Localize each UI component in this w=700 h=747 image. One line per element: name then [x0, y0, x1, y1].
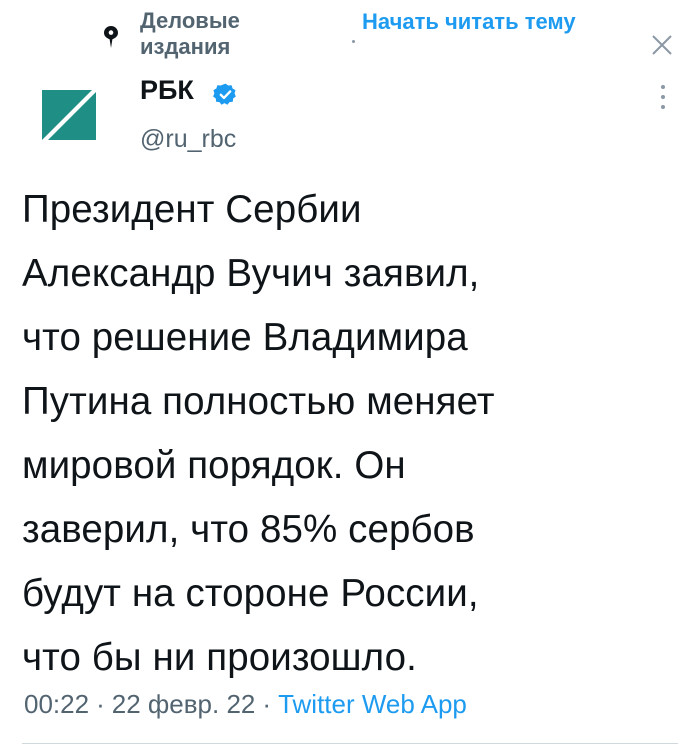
separator-dot [352, 40, 355, 43]
tweet-text-line: Александр Вучич заявил, [22, 252, 480, 295]
tweet-text: Президент Сербии Александр Вучич заявил,… [22, 178, 672, 690]
tweet-date[interactable]: 22 февр. 22 [112, 689, 256, 719]
tweet-text-line: что бы ни произошло. [22, 636, 417, 679]
topic-label-line-1: Деловые [140, 8, 240, 33]
topic-label[interactable]: Деловые издания [140, 8, 300, 60]
tweet-text-line: что решение Владимира [22, 316, 468, 359]
verified-badge-icon [213, 83, 236, 105]
tweet-text-line: заверил, что 85% сербов [22, 508, 475, 551]
follow-topic-button[interactable]: Начать читать тему [362, 8, 576, 36]
tweet-source-link[interactable]: Twitter Web App [278, 689, 467, 719]
meta-separator: · [262, 689, 272, 719]
topic-label-line-2: издания [140, 34, 231, 59]
location-pin-icon [104, 26, 118, 48]
tweet-text-line: Президент Сербии [22, 188, 362, 231]
tweet-text-line: Путина полностью меняет [22, 380, 495, 423]
close-icon[interactable] [651, 34, 673, 56]
divider [22, 743, 678, 744]
avatar[interactable] [34, 78, 104, 148]
tweet-text-line: мировой порядок. Он [22, 444, 406, 487]
topic-header: Деловые издания Начать читать тему [0, 0, 700, 80]
author-handle[interactable]: @ru_rbc [140, 124, 236, 154]
tweet-metadata: 00:22 · 22 февр. 22 · Twitter Web App [24, 688, 467, 720]
author-name[interactable]: РБК [140, 74, 194, 106]
tweet-text-line: будут на стороне России, [22, 572, 479, 615]
tweet-time[interactable]: 00:22 [24, 689, 89, 719]
more-options-icon[interactable] [660, 84, 666, 110]
meta-separator: · [96, 689, 105, 719]
